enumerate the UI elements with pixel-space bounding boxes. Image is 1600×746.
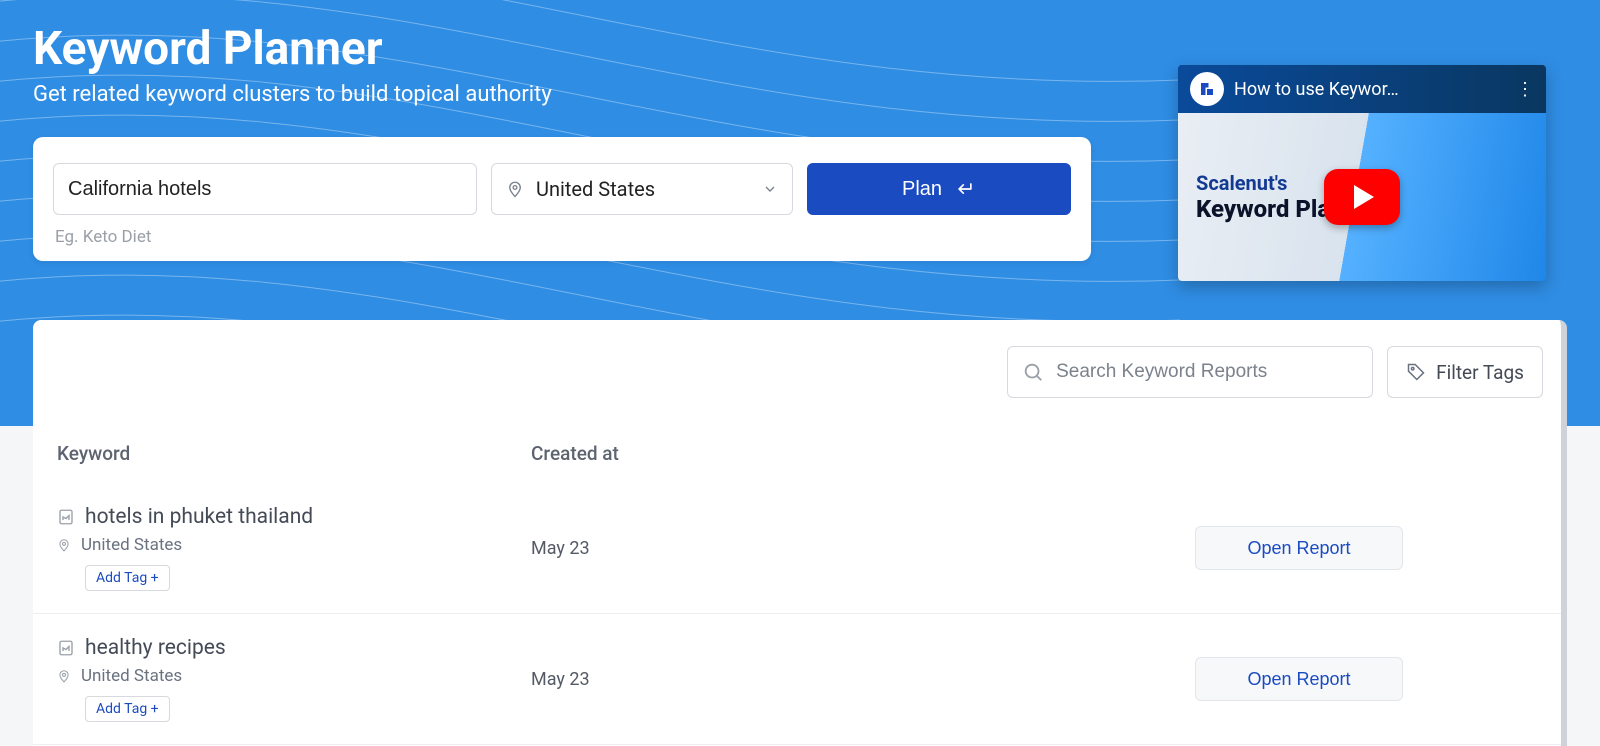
report-created-at: May 23: [531, 669, 1061, 690]
search-card: United States Plan Eg. Keto Diet: [33, 137, 1091, 261]
search-icon: [1022, 361, 1044, 383]
report-created-at: May 23: [531, 538, 1061, 559]
example-hint: Eg. Keto Diet: [53, 227, 1071, 247]
report-keyword: hotels in phuket thailand: [85, 505, 313, 529]
country-selected-label: United States: [536, 177, 655, 201]
country-select[interactable]: United States: [491, 163, 793, 215]
search-reports-field[interactable]: [1007, 346, 1373, 398]
table-row: healthy recipes United States Add Tag + …: [33, 614, 1561, 745]
report-doc-icon: [57, 638, 75, 658]
column-header-created-at: Created at: [531, 442, 1061, 465]
enter-arrow-icon: [954, 179, 976, 199]
location-pin-icon: [57, 536, 71, 554]
table-row: hotels in phuket thailand United States …: [33, 483, 1561, 614]
add-tag-button[interactable]: Add Tag +: [85, 565, 170, 591]
scalenut-logo-icon: [1190, 72, 1224, 106]
add-tag-button[interactable]: Add Tag +: [85, 696, 170, 722]
tutorial-video-thumbnail[interactable]: How to use Keywor… ⋮ Scalenut's Keyword …: [1178, 65, 1546, 281]
video-kebab-menu-icon[interactable]: ⋮: [1516, 79, 1534, 100]
plan-button-label: Plan: [902, 178, 942, 201]
table-header-row: Keyword Created at: [33, 398, 1561, 483]
filter-tags-button[interactable]: Filter Tags: [1387, 346, 1543, 398]
chevron-down-icon: [762, 181, 778, 197]
report-location: United States: [81, 666, 182, 686]
report-location: United States: [81, 535, 182, 555]
search-reports-input[interactable]: [1056, 361, 1358, 383]
column-header-keyword: Keyword: [57, 442, 531, 465]
play-icon[interactable]: [1324, 169, 1400, 225]
report-keyword: healthy recipes: [85, 636, 226, 660]
plan-button[interactable]: Plan: [807, 163, 1071, 215]
report-doc-icon: [57, 507, 75, 527]
reports-panel: Filter Tags Keyword Created at hotels in…: [33, 320, 1567, 746]
open-report-button[interactable]: Open Report: [1195, 657, 1403, 701]
location-pin-icon: [57, 667, 71, 685]
filter-tags-label: Filter Tags: [1436, 361, 1524, 384]
location-pin-icon: [506, 178, 524, 200]
open-report-button[interactable]: Open Report: [1195, 526, 1403, 570]
video-title: How to use Keywor…: [1234, 79, 1506, 100]
keyword-input[interactable]: [53, 163, 477, 215]
tag-icon: [1406, 362, 1426, 382]
